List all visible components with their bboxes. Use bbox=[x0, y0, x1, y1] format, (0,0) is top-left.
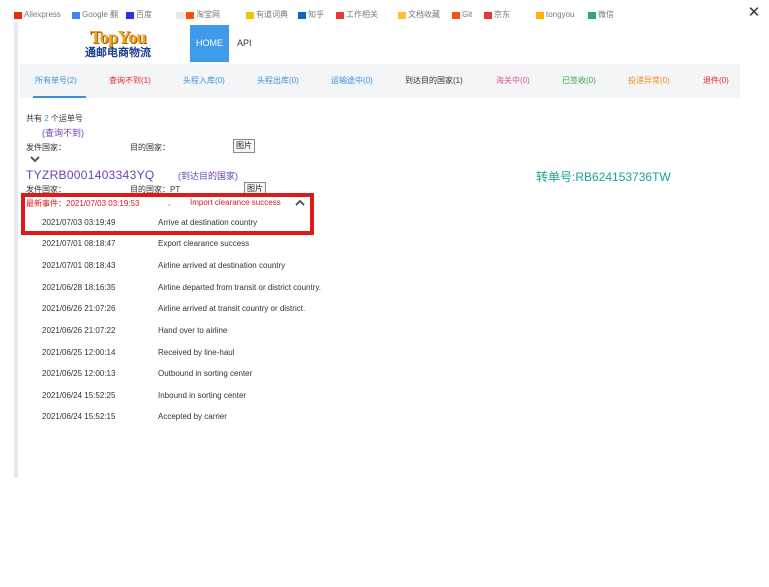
bookmark-label: Git bbox=[462, 10, 473, 19]
bookmark-label: 微信 bbox=[598, 10, 614, 19]
bookmark-label: 百度 bbox=[136, 10, 152, 19]
order2-tracking-number[interactable]: TYZRB0001403343YQ bbox=[26, 168, 155, 182]
event-description: Airline arrived at destination country bbox=[158, 261, 286, 270]
bookmark-item[interactable]: Aliexpress bbox=[14, 10, 61, 20]
bookmark-item[interactable] bbox=[176, 10, 186, 20]
bookmark-favicon-icon bbox=[246, 12, 254, 19]
tab-customs[interactable]: 海关中(0) bbox=[496, 64, 530, 98]
bookmark-favicon-icon bbox=[536, 12, 544, 19]
bookmark-favicon-icon bbox=[452, 12, 460, 19]
bookmark-favicon-icon bbox=[336, 12, 344, 19]
nav-home-link[interactable]: HOME bbox=[190, 25, 229, 62]
logo-text-cn: 通邮电商物流 bbox=[85, 47, 151, 59]
latest-event-desc: Import clearance success bbox=[190, 198, 281, 207]
bookmark-item[interactable]: 百度 bbox=[126, 10, 152, 20]
tracking-results: 共有 2 个运单号 (查询不到) 发件国家： 目的国家： 图片 TYZRB000… bbox=[26, 112, 741, 472]
order1-photo-button[interactable]: 图片 bbox=[233, 139, 255, 153]
tab-first-leg-inbound[interactable]: 头程入库(0) bbox=[183, 64, 225, 98]
tab-delivered[interactable]: 已签收(0) bbox=[562, 64, 596, 98]
event-time: 2021/06/25 12:00:13 bbox=[42, 369, 116, 378]
status-tabs: 所有单号(2) 查询不到(1) 头程入库(0) 头程出库(0) 运输途中(0) … bbox=[20, 64, 740, 98]
order1-status: (查询不到) bbox=[42, 128, 84, 138]
bookmark-favicon-icon bbox=[126, 12, 134, 19]
bookmark-label: 知乎 bbox=[308, 10, 324, 19]
event-description: Inbound in sorting center bbox=[158, 391, 247, 400]
bookmark-label: 工作相关 bbox=[346, 10, 378, 19]
bookmarks-bar: Aliexpress Google 翻 百度 淘宝网 有道词典 知乎 工作相关 文档收藏 Git… bbox=[0, 0, 740, 20]
event-description: Accepted by carrier bbox=[158, 412, 227, 421]
event-description: Export clearance success bbox=[158, 239, 250, 248]
bookmark-item[interactable]: 工作相关 bbox=[336, 10, 378, 20]
chevron-down-icon[interactable] bbox=[29, 154, 41, 164]
bookmark-item[interactable]: 淘宝网 bbox=[186, 10, 220, 20]
tab-first-leg-outbound[interactable]: 头程出库(0) bbox=[257, 64, 299, 98]
results-summary: 共有 2 个运单号 bbox=[26, 114, 83, 123]
event-description: Airline departed from transit or distric… bbox=[158, 283, 322, 292]
tab-not-found[interactable]: 查询不到(1) bbox=[109, 64, 151, 98]
bookmark-item[interactable]: 微信 bbox=[588, 10, 614, 20]
bookmark-favicon-icon bbox=[72, 12, 80, 19]
bookmark-item[interactable]: 知乎 bbox=[298, 10, 324, 20]
tab-returned[interactable]: 退件(0) bbox=[703, 64, 729, 98]
bookmark-label: 有道词典 bbox=[256, 10, 288, 19]
order2-origin-label: 发件国家： bbox=[26, 185, 66, 194]
order1-origin-label: 发件国家： bbox=[26, 143, 66, 152]
bookmark-item[interactable]: 有道词典 bbox=[246, 10, 288, 20]
bookmark-item[interactable]: tongyou bbox=[536, 10, 574, 20]
bookmark-item[interactable]: Git bbox=[452, 10, 472, 20]
tab-delivery-exception[interactable]: 投递异常(0) bbox=[628, 64, 670, 98]
close-icon[interactable]: ✕ bbox=[745, 4, 763, 20]
event-description: Airline arrived at transit country or di… bbox=[158, 304, 306, 313]
tab-arrived-destination[interactable]: 到达目的国家(1) bbox=[405, 64, 463, 98]
bookmark-favicon-icon bbox=[14, 12, 22, 19]
event-time: 2021/06/28 18:16:35 bbox=[42, 283, 116, 292]
event-time: 2021/07/01 08:18:43 bbox=[42, 261, 116, 270]
event-description: Arrive at destination country bbox=[158, 218, 258, 227]
order2-transfer-number: 转单号:RB624153736TW bbox=[536, 170, 671, 184]
bookmark-favicon-icon bbox=[176, 12, 184, 19]
latest-event-separator: , bbox=[168, 198, 171, 207]
bookmark-favicon-icon bbox=[484, 12, 492, 19]
bookmark-label: 淘宝网 bbox=[196, 10, 220, 19]
bookmark-item[interactable]: Google 翻 bbox=[72, 10, 118, 20]
bookmark-favicon-icon bbox=[186, 12, 194, 19]
bookmark-label: Aliexpress bbox=[24, 10, 61, 19]
event-time: 2021/06/24 15:52:25 bbox=[42, 391, 116, 400]
event-description: Received by line-haul bbox=[158, 348, 235, 357]
order2-photo-button[interactable]: 图片 bbox=[244, 182, 266, 196]
tab-all[interactable]: 所有单号(2) bbox=[35, 64, 77, 98]
event-description: Outbound in sorting center bbox=[158, 369, 253, 378]
results-count: 2 bbox=[44, 114, 49, 123]
site-header: TopYou 通邮电商物流 HOME API bbox=[16, 25, 741, 62]
event-time: 2021/06/24 15:52:15 bbox=[42, 412, 116, 421]
latest-event-time: 最新事件：2021/07/03 03:19:53 bbox=[26, 198, 144, 209]
bookmark-favicon-icon bbox=[588, 12, 596, 19]
bookmark-item[interactable]: 文档收藏 bbox=[398, 10, 440, 20]
bookmark-label: tongyou bbox=[546, 10, 575, 19]
bookmark-label: 文档收藏 bbox=[408, 10, 440, 19]
bookmark-label: Google 翻 bbox=[82, 10, 119, 19]
event-description: Hand over to airline bbox=[158, 326, 228, 335]
order2-dest-label: 目的国家：PT bbox=[130, 185, 181, 194]
active-tab-indicator bbox=[33, 96, 86, 98]
event-time: 2021/06/25 12:00:14 bbox=[42, 348, 116, 357]
event-time: 2021/06/26 21:07:22 bbox=[42, 326, 116, 335]
event-time: 2021/06/26 21:07:26 bbox=[42, 304, 116, 313]
bookmark-label: 京东 bbox=[494, 10, 510, 19]
tab-in-transit[interactable]: 运输途中(0) bbox=[331, 64, 373, 98]
bookmark-favicon-icon bbox=[298, 12, 306, 19]
order1-dest-label: 目的国家： bbox=[130, 143, 170, 152]
logo[interactable]: TopYou 通邮电商物流 bbox=[78, 27, 158, 61]
logo-text-en: TopYou bbox=[89, 27, 147, 47]
event-time: 2021/07/01 08:18:47 bbox=[42, 239, 116, 248]
chevron-up-icon[interactable] bbox=[294, 198, 306, 208]
nav-api-link[interactable]: API bbox=[237, 25, 252, 62]
event-time: 2021/07/03 03:19:49 bbox=[42, 218, 116, 227]
bookmark-item[interactable]: 京东 bbox=[484, 10, 510, 20]
bookmark-favicon-icon bbox=[398, 12, 406, 19]
order2-status: (到达目的国家) bbox=[178, 171, 238, 181]
